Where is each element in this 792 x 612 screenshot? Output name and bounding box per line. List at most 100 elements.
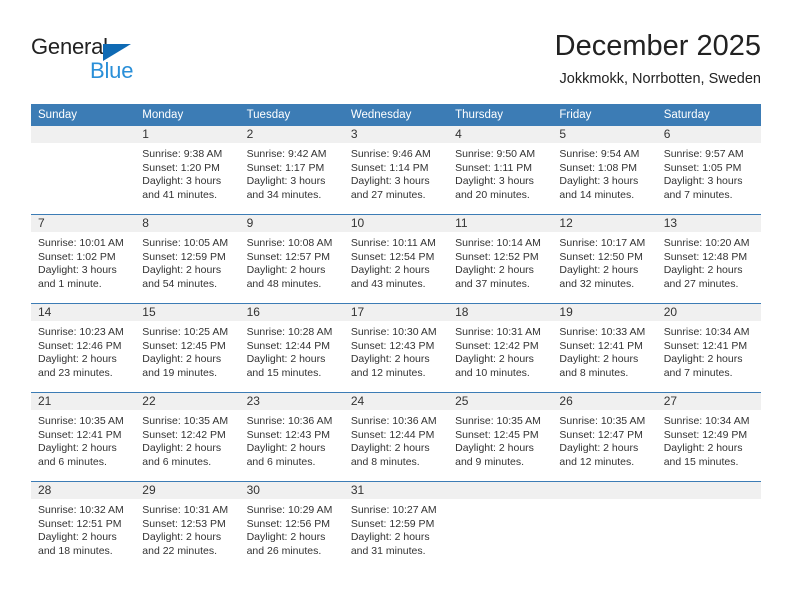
day-details: Sunrise: 10:33 AM Sunset: 12:41 PM Dayligh… xyxy=(552,321,656,380)
sunset-time: Sunset: 12:45 PM xyxy=(142,339,226,352)
day-details: Sunrise: 10:08 AM Sunset: 12:57 PM Dayligh… xyxy=(240,232,344,291)
weekday-header-friday: Friday xyxy=(552,104,657,126)
sunset-time: Sunset: 12:50 PM xyxy=(559,250,643,263)
calendar-day-cell[interactable]: 28 Sunrise: 10:32 AM Sunset: 12:51 PM Dayli… xyxy=(31,481,136,570)
day-details: Sunrise: 10:34 AM Sunset: 12:49 PM Dayligh… xyxy=(657,410,761,469)
sunset-time: Sunset: 12:45 PM xyxy=(455,428,539,441)
calendar-day-cell[interactable]: 18 Sunrise: 10:31 AM Sunset: 12:42 PM Dayli… xyxy=(448,303,553,393)
sunset-time: Sunset: 12:52 PM xyxy=(455,250,539,263)
calendar-day-cell[interactable]: 17 Sunrise: 10:30 AM Sunset: 12:43 PM Dayli… xyxy=(343,303,449,393)
day-number: 31 xyxy=(343,482,449,499)
daylight-duration-line1: Daylight: 2 hours xyxy=(663,353,743,366)
weekday-header-thursday: Thursday xyxy=(448,104,553,126)
daylight-duration-line2: and 7 minutes. xyxy=(663,188,733,201)
day-number: 5 xyxy=(552,126,657,143)
calendar-day-cell[interactable]: 21 Sunrise: 10:35 AM Sunset: 12:41 PM Dayli… xyxy=(31,392,136,482)
sunrise-time: Sunrise: 10:35 AM xyxy=(38,415,124,427)
sunset-time: Sunset: 12:44 PM xyxy=(246,339,331,352)
sunrise-time: Sunrise: 9:38 AM xyxy=(142,148,223,160)
daylight-duration-line1: Daylight: 3 hours xyxy=(38,264,117,277)
calendar-day-cell[interactable]: 20 Sunrise: 10:34 AM Sunset: 12:41 PM Dayli… xyxy=(656,303,761,393)
calendar-day-cell[interactable]: 15 Sunrise: 10:25 AM Sunset: 12:45 PM Dayli… xyxy=(135,303,240,393)
calendar-day-cell[interactable]: 2 Sunrise: 9:42 AM Sunset: 1:17 PM Daylight… xyxy=(239,126,344,215)
calendar-day-cell[interactable]: 3 Sunrise: 9:46 AM Sunset: 1:14 PM Daylight… xyxy=(343,126,449,215)
page-title: December 2025 xyxy=(554,30,761,62)
calendar-day-cell[interactable]: 10 Sunrise: 10:11 AM Sunset: 12:54 PM Dayli… xyxy=(343,214,449,304)
day-details: Sunrise: 10:25 AM Sunset: 12:45 PM Dayligh… xyxy=(135,321,239,380)
sunrise-time: Sunrise: 10:30 AM xyxy=(350,326,437,338)
day-details: Sunrise: 9:54 AM Sunset: 1:08 PM Daylight:… xyxy=(552,143,656,202)
daylight-duration-line1: Daylight: 2 hours xyxy=(246,353,326,366)
sunrise-time: Sunrise: 10:31 AM xyxy=(142,504,229,516)
daylight-duration-line1: Daylight: 2 hours xyxy=(350,264,430,277)
calendar-day-cell[interactable]: 12 Sunrise: 10:17 AM Sunset: 12:50 PM Dayli… xyxy=(552,214,657,304)
daylight-duration-line1: Daylight: 2 hours xyxy=(142,264,222,277)
calendar-day-cell[interactable]: 14 Sunrise: 10:23 AM Sunset: 12:46 PM Dayli… xyxy=(31,303,136,393)
daylight-duration-line2: and 34 minutes. xyxy=(246,188,322,201)
calendar-day-cell[interactable]: 31 Sunrise: 10:27 AM Sunset: 12:59 PM Dayli… xyxy=(343,481,449,570)
sunset-time: Sunset: 12:53 PM xyxy=(142,517,226,530)
daylight-duration-line1: Daylight: 2 hours xyxy=(455,264,534,277)
calendar-day-cell[interactable]: 9 Sunrise: 10:08 AM Sunset: 12:57 PM Daylig… xyxy=(239,214,344,304)
calendar-day-cell[interactable]: 24 Sunrise: 10:36 AM Sunset: 12:44 PM Dayli… xyxy=(343,392,449,482)
daylight-duration-line2: and 27 minutes. xyxy=(663,277,739,290)
sunset-time: Sunset: 12:51 PM xyxy=(38,517,122,530)
daylight-duration-line2: and 19 minutes. xyxy=(142,366,217,379)
daylight-duration-line2: and 7 minutes. xyxy=(663,366,733,379)
daylight-duration-line1: Daylight: 2 hours xyxy=(559,442,639,455)
calendar-day-cell[interactable]: 25 Sunrise: 10:35 AM Sunset: 12:45 PM Dayli… xyxy=(448,392,553,482)
calendar-day-cell[interactable]: 16 Sunrise: 10:28 AM Sunset: 12:44 PM Dayli… xyxy=(239,303,344,393)
calendar-day-cell[interactable]: 29 Sunrise: 10:31 AM Sunset: 12:53 PM Dayli… xyxy=(135,481,240,570)
day-number: 18 xyxy=(448,304,553,321)
day-number: 25 xyxy=(448,393,553,410)
sunset-time: Sunset: 12:57 PM xyxy=(246,250,331,263)
daylight-duration-line1: Daylight: 2 hours xyxy=(142,353,222,366)
calendar-day-cell[interactable]: 30 Sunrise: 10:29 AM Sunset: 12:56 PM Dayli… xyxy=(239,481,344,570)
daylight-duration-line1: Daylight: 2 hours xyxy=(246,264,326,277)
day-number: 22 xyxy=(135,393,240,410)
sunrise-time: Sunrise: 10:14 AM xyxy=(455,237,541,249)
calendar-day-cell[interactable]: 8 Sunrise: 10:05 AM Sunset: 12:59 PM Daylig… xyxy=(135,214,240,304)
daylight-duration-line1: Daylight: 3 hours xyxy=(663,175,743,188)
calendar-day-cell[interactable]: 13 Sunrise: 10:20 AM Sunset: 12:48 PM Dayli… xyxy=(656,214,761,304)
day-number: 30 xyxy=(239,482,344,499)
sunset-time: Sunset: 12:42 PM xyxy=(142,428,226,441)
calendar-empty-cell xyxy=(656,481,761,570)
day-number: 23 xyxy=(239,393,344,410)
calendar-day-cell[interactable]: 5 Sunrise: 9:54 AM Sunset: 1:08 PM Daylight… xyxy=(552,126,657,215)
calendar-day-cell[interactable]: 26 Sunrise: 10:35 AM Sunset: 12:47 PM Dayli… xyxy=(552,392,657,482)
day-details: Sunrise: 9:50 AM Sunset: 1:11 PM Daylight:… xyxy=(448,143,552,202)
calendar-day-cell[interactable]: 4 Sunrise: 9:50 AM Sunset: 1:11 PM Daylight… xyxy=(448,126,553,215)
calendar-day-cell[interactable]: 27 Sunrise: 10:34 AM Sunset: 12:49 PM Dayli… xyxy=(656,392,761,482)
weekday-header-sunday: Sunday xyxy=(31,104,136,126)
sunrise-time: Sunrise: 10:34 AM xyxy=(663,326,750,338)
sunset-time: Sunset: 12:56 PM xyxy=(246,517,331,530)
calendar-day-cell[interactable]: 7 Sunrise: 10:01 AM Sunset: 1:02 PM Dayligh… xyxy=(31,214,136,304)
calendar-day-cell[interactable]: 19 Sunrise: 10:33 AM Sunset: 12:41 PM Dayli… xyxy=(552,303,657,393)
sunset-time: Sunset: 12:47 PM xyxy=(559,428,643,441)
calendar-day-cell[interactable]: 23 Sunrise: 10:36 AM Sunset: 12:43 PM Dayli… xyxy=(239,392,344,482)
day-details: Sunrise: 10:28 AM Sunset: 12:44 PM Dayligh… xyxy=(240,321,344,380)
day-details: Sunrise: 10:35 AM Sunset: 12:42 PM Dayligh… xyxy=(135,410,239,469)
calendar-day-cell[interactable]: 11 Sunrise: 10:14 AM Sunset: 12:52 PM Dayli… xyxy=(448,214,553,304)
sunrise-time: Sunrise: 10:01 AM xyxy=(38,237,124,249)
calendar-day-cell[interactable]: 22 Sunrise: 10:35 AM Sunset: 12:42 PM Dayli… xyxy=(135,392,240,482)
sunrise-time: Sunrise: 10:11 AM xyxy=(350,237,436,249)
sunset-time: Sunset: 12:41 PM xyxy=(559,339,643,352)
calendar-day-cell[interactable]: 1 Sunrise: 9:38 AM Sunset: 1:20 PM Daylight… xyxy=(135,126,240,215)
daylight-duration-line1: Daylight: 2 hours xyxy=(350,353,430,366)
day-number: 9 xyxy=(239,215,344,232)
day-number: 3 xyxy=(343,126,449,143)
day-number: 2 xyxy=(239,126,344,143)
calendar-day-cell[interactable]: 6 Sunrise: 9:57 AM Sunset: 1:05 PM Daylight… xyxy=(656,126,761,215)
day-number xyxy=(552,482,657,499)
sunrise-time: Sunrise: 10:36 AM xyxy=(246,415,333,427)
general-blue-logo[interactable]: General Blue xyxy=(31,34,151,90)
sunrise-time: Sunrise: 10:27 AM xyxy=(350,504,437,516)
daylight-duration-line1: Daylight: 3 hours xyxy=(246,175,326,188)
logo-text-general: General xyxy=(31,34,108,59)
day-number: 8 xyxy=(135,215,240,232)
daylight-duration-line2: and 54 minutes. xyxy=(142,277,217,290)
daylight-duration-line1: Daylight: 2 hours xyxy=(350,531,430,544)
day-number: 10 xyxy=(343,215,449,232)
